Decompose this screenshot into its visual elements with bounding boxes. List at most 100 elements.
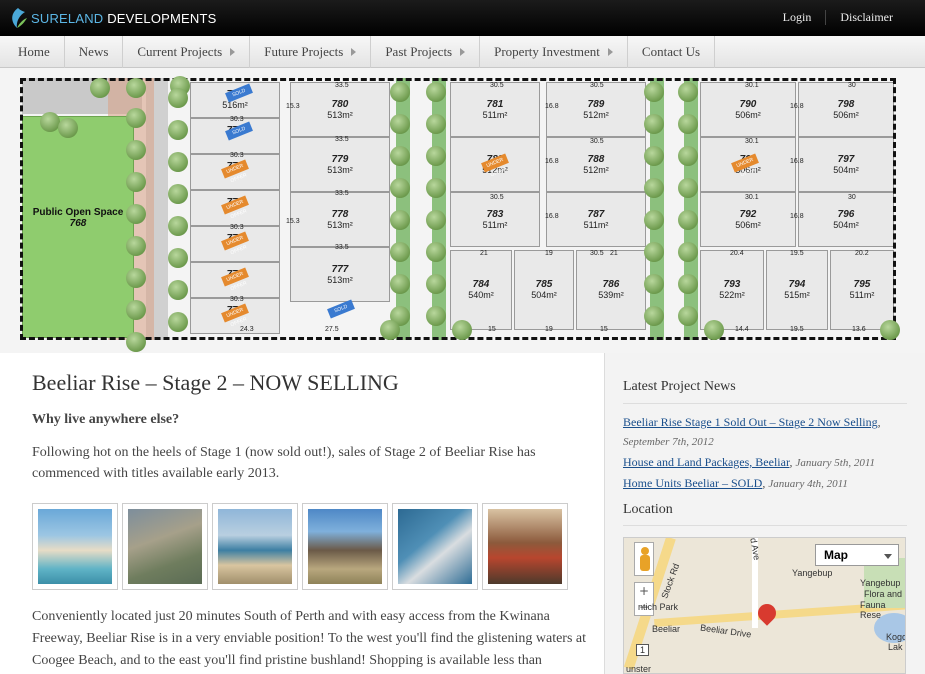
tree-icon [426,242,446,262]
photo-gallery [32,503,572,590]
news-item: Beeliar Rise Stage 1 Sold Out – Stage 2 … [623,415,881,448]
tree-icon [644,274,664,294]
tree-icon [426,178,446,198]
tree-icon [390,274,410,294]
tree-icon [644,178,664,198]
nav-current-projects-label: Current Projects [137,44,223,59]
tree-icon [390,242,410,262]
nav-news[interactable]: News [65,36,124,68]
caret-down-icon [884,554,892,559]
map-label: Yangebup [860,578,901,588]
sidebar: Latest Project News Beeliar Rise Stage 1… [604,353,925,674]
location-map[interactable]: Map + − Yangebup Yangebup Flora and Faun… [623,537,906,674]
tree-icon [390,114,410,134]
map-label: Kogo [886,632,906,642]
nav-current-projects[interactable]: Current Projects [123,36,251,68]
tree-icon [678,82,698,102]
brand-name: SURELAND DEVELOPMENTS [31,10,217,26]
tree-icon [644,82,664,102]
tree-icon [426,274,446,294]
route-badge: 1 [636,644,650,656]
tree-icon [126,78,146,98]
tree-icon [452,320,472,340]
login-link[interactable]: Login [769,10,826,25]
chevron-right-icon [230,48,236,56]
pegman-icon[interactable] [634,542,654,576]
news-link-1[interactable]: Beeliar Rise Stage 1 Sold Out – Stage 2 … [623,415,878,429]
nav-news-label: News [78,44,109,59]
news-heading: Latest Project News [623,379,736,394]
tree-icon [644,114,664,134]
tree-icon [390,82,410,102]
tree-icon [644,146,664,166]
intro-paragraph: Following hot on the heels of Stage 1 (n… [32,445,536,481]
tree-icon [426,82,446,102]
news-link-2[interactable]: House and Land Packages, Beeliar [623,455,789,469]
nav-past-projects-label: Past Projects [385,44,453,59]
nav-property-investment[interactable]: Property Investment [480,36,628,68]
tree-icon [126,204,146,224]
nav-property-investment-label: Property Investment [494,44,600,59]
nav-future-projects[interactable]: Future Projects [250,36,372,68]
tree-icon [644,306,664,326]
tree-icon [390,210,410,230]
tree-icon [126,268,146,288]
tree-icon [126,236,146,256]
gallery-thumb-cafe[interactable] [482,503,568,590]
gallery-thumb-beach[interactable] [32,503,118,590]
nav-contact-us-label: Contact Us [641,44,701,59]
main-nav: Home News Current Projects Future Projec… [0,36,925,68]
gallery-thumb-coast[interactable] [212,503,298,590]
tree-icon [168,216,188,236]
tree-icon [678,146,698,166]
tree-icon [126,108,146,128]
tree-icon [380,320,400,340]
tree-icon [168,312,188,332]
tree-icon [168,152,188,172]
tree-icon [426,114,446,134]
nav-home[interactable]: Home [0,36,65,68]
map-label: unster [626,664,652,674]
site-boundary [20,78,896,340]
zoom-in-icon[interactable]: + [635,583,653,599]
tree-icon [126,300,146,320]
leaf-icon [12,8,27,28]
news-item: Home Units Beeliar – SOLD, January 4th, … [623,476,848,490]
tree-icon [678,242,698,262]
tree-icon [126,332,146,352]
nav-contact-us[interactable]: Contact Us [628,36,716,68]
map-type-dropdown[interactable]: Map [815,544,899,566]
map-pin-icon[interactable] [754,600,780,626]
page-title: Beeliar Rise – Stage 2 – NOW SELLING [32,370,399,395]
disclaimer-link[interactable]: Disclaimer [825,10,907,25]
news-date-2: January 5th, 2011 [795,457,876,469]
map-label: Lak [888,642,903,652]
tree-icon [390,146,410,166]
gallery-thumb-aerial[interactable] [122,503,208,590]
tree-icon [168,120,188,140]
tree-icon [168,280,188,300]
nav-past-projects[interactable]: Past Projects [371,36,481,68]
map-label: Beeliar [652,624,681,634]
main-content: Beeliar Rise – Stage 2 – NOW SELLING Why… [32,370,584,484]
tree-icon [678,274,698,294]
news-link-3[interactable]: Home Units Beeliar – SOLD [623,476,762,490]
tree-icon [678,114,698,134]
news-date-3: January 4th, 2011 [768,478,848,490]
tree-icon [644,210,664,230]
tree-icon [644,242,664,262]
map-label: Beeliar Drive [699,622,752,640]
tree-icon [880,320,900,340]
gallery-thumb-marina[interactable] [392,503,478,590]
news-item: House and Land Packages, Beeliar, Januar… [623,455,876,469]
divider [623,403,907,404]
tree-icon [426,210,446,230]
chevron-right-icon [607,48,613,56]
brand-logo[interactable]: SURELAND DEVELOPMENTS [8,7,217,29]
map-label: Flora and [864,589,903,599]
top-links: Login Disclaimer [769,10,907,25]
gallery-thumb-shelter[interactable] [302,503,388,590]
chevron-right-icon [460,48,466,56]
map-type-label: Map [824,548,848,562]
nav-future-projects-label: Future Projects [264,44,344,59]
